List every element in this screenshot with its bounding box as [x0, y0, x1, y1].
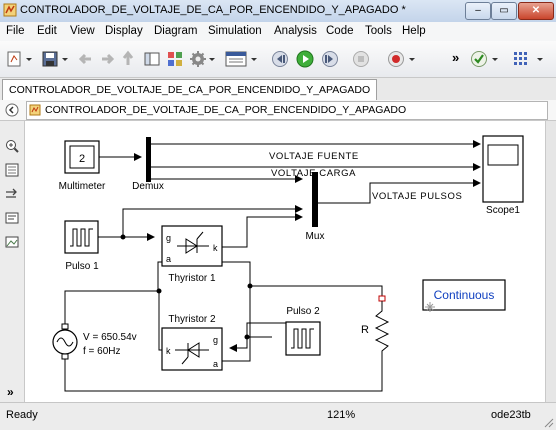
title-bar: CONTROLADOR_DE_VOLTAJE_DE_CA_POR_ENCENDI…	[0, 0, 556, 23]
maximize-button[interactable]: ▭	[491, 2, 517, 20]
menu-edit[interactable]: Edit	[37, 25, 57, 37]
build-grid-icon[interactable]	[512, 50, 532, 68]
scope-block[interactable]: Scope1	[482, 135, 524, 216]
settings-gear-icon[interactable]	[189, 50, 207, 68]
config-dropdown-icon[interactable]	[250, 50, 258, 68]
resistor-block[interactable]: R	[361, 295, 390, 366]
thyristor1-port-a: a	[166, 254, 171, 264]
new-dropdown-icon[interactable]	[25, 50, 33, 68]
menu-help[interactable]: Help	[402, 25, 426, 37]
mux-label: Mux	[306, 231, 325, 242]
pulse1-label: Pulso 1	[65, 261, 99, 272]
annotation-icon[interactable]	[5, 211, 19, 225]
menu-file[interactable]: File	[6, 25, 25, 37]
multimeter-value: 2	[79, 153, 85, 165]
model-config-icon[interactable]	[225, 50, 247, 68]
power-lines	[64, 261, 383, 392]
breadcrumb[interactable]: CONTROLADOR_DE_VOLTAJE_DE_CA_POR_ENCENDI…	[26, 101, 548, 120]
minimize-button[interactable]: –	[465, 2, 491, 20]
powergui-label: Continuous	[434, 288, 495, 302]
forward-icon[interactable]	[98, 50, 116, 68]
menu-code[interactable]: Code	[326, 25, 354, 37]
thyristor1-block[interactable]: g a k Thyristor 1	[161, 225, 223, 284]
signal-label-load: VOLTAJE CARGA	[271, 168, 356, 179]
explorer-icon[interactable]	[143, 50, 161, 68]
step-forward-icon[interactable]	[321, 50, 339, 68]
record-icon[interactable]	[387, 50, 405, 68]
model-advisor-check-icon[interactable]	[470, 50, 488, 68]
up-icon[interactable]	[119, 50, 137, 68]
image-icon[interactable]	[5, 235, 19, 249]
build-dropdown-icon[interactable]	[536, 50, 544, 68]
thyristor2-port-a: a	[213, 359, 218, 369]
thyristor2-block[interactable]: k g a Thyristor 2	[161, 314, 223, 371]
mux-block[interactable]: Mux	[306, 172, 325, 242]
thyristor2-label: Thyristor 2	[168, 314, 216, 325]
thyristor2-port-k: k	[166, 346, 171, 356]
simulink-icon	[3, 3, 17, 17]
new-model-icon[interactable]	[5, 50, 23, 68]
status-text: Ready	[6, 409, 38, 421]
model-icon	[29, 104, 41, 116]
thyristor2-port-g: g	[213, 335, 218, 345]
thyristor1-port-g: g	[166, 233, 171, 243]
signal-label-source: VOLTAJE FUENTE	[269, 151, 359, 162]
status-bar: Ready 121% ode23tb	[0, 402, 556, 430]
demux-label: Demux	[132, 181, 164, 192]
left-palette: »	[0, 121, 25, 402]
window-title: CONTROLADOR_DE_VOLTAJE_DE_CA_POR_ENCENDI…	[20, 4, 406, 16]
toolbar: »	[0, 41, 556, 78]
source-frequency: f = 60Hz	[83, 346, 121, 357]
demux-block[interactable]: Demux	[132, 137, 164, 192]
settings-dropdown-icon[interactable]	[208, 50, 216, 68]
menu-tools[interactable]: Tools	[365, 25, 392, 37]
multimeter-block[interactable]: 2 Multimeter	[59, 140, 106, 192]
back-icon[interactable]	[77, 50, 95, 68]
solver-name[interactable]: ode23tb	[491, 409, 531, 421]
library-browser-icon[interactable]	[166, 50, 184, 68]
close-button[interactable]: ✕	[518, 2, 554, 20]
thyristor1-port-k: k	[213, 243, 218, 253]
save-dropdown-icon[interactable]	[61, 50, 69, 68]
powergui-block[interactable]: Continuous	[422, 279, 506, 312]
step-back-icon[interactable]	[271, 50, 289, 68]
fit-to-view-icon[interactable]	[5, 163, 19, 177]
source-voltage: V = 650.54v	[83, 332, 137, 343]
thyristor1-label: Thyristor 1	[168, 273, 216, 284]
breadcrumb-label: CONTROLADOR_DE_VOLTAJE_DE_CA_POR_ENCENDI…	[45, 104, 407, 116]
pulse2-block[interactable]: Pulso 2	[285, 306, 321, 356]
menu-simulation[interactable]: Simulation	[208, 25, 262, 37]
toolbar-overflow-button[interactable]: »	[452, 50, 459, 65]
stop-icon[interactable]	[352, 50, 370, 68]
run-icon[interactable]	[296, 50, 314, 68]
vertical-scrollbar[interactable]	[545, 121, 556, 402]
hide-explorer-icon[interactable]	[5, 103, 19, 117]
zoom-level: 121%	[327, 409, 356, 421]
breadcrumb-bar: CONTROLADOR_DE_VOLTAJE_DE_CA_POR_ENCENDI…	[0, 100, 556, 121]
resistor-label: R	[361, 324, 369, 336]
record-dropdown-icon[interactable]	[408, 50, 416, 68]
zoom-fit-icon[interactable]	[5, 139, 19, 153]
tab-strip: CONTROLADOR_DE_VOLTAJE_DE_CA_POR_ENCENDI…	[0, 78, 556, 101]
arrow-right-icon[interactable]	[5, 187, 19, 201]
menu-analysis[interactable]: Analysis	[274, 25, 317, 37]
palette-expand-icon[interactable]: »	[7, 385, 14, 399]
menu-view[interactable]: View	[70, 25, 95, 37]
menu-display[interactable]: Display	[105, 25, 143, 37]
pulse2-label: Pulso 2	[286, 306, 320, 317]
menu-bar: File Edit View Display Diagram Simulatio…	[0, 22, 556, 41]
menu-diagram[interactable]: Diagram	[154, 25, 197, 37]
tab-model[interactable]: CONTROLADOR_DE_VOLTAJE_DE_CA_POR_ENCENDI…	[2, 79, 378, 100]
resize-grip-icon[interactable]	[543, 417, 554, 428]
scope-label: Scope1	[486, 205, 520, 216]
advisor-dropdown-icon[interactable]	[491, 50, 499, 68]
ac-source-block[interactable]: V = 650.54v f = 60Hz	[52, 323, 137, 360]
save-icon[interactable]	[41, 50, 59, 68]
multimeter-label: Multimeter	[59, 181, 106, 192]
model-canvas[interactable]: 2 Multimeter Demux Mux Scope1 Pulso 1 Pu…	[25, 121, 545, 402]
signal-label-pulses: VOLTAJE PULSOS	[372, 191, 462, 202]
pulse1-block[interactable]: Pulso 1	[64, 220, 99, 272]
